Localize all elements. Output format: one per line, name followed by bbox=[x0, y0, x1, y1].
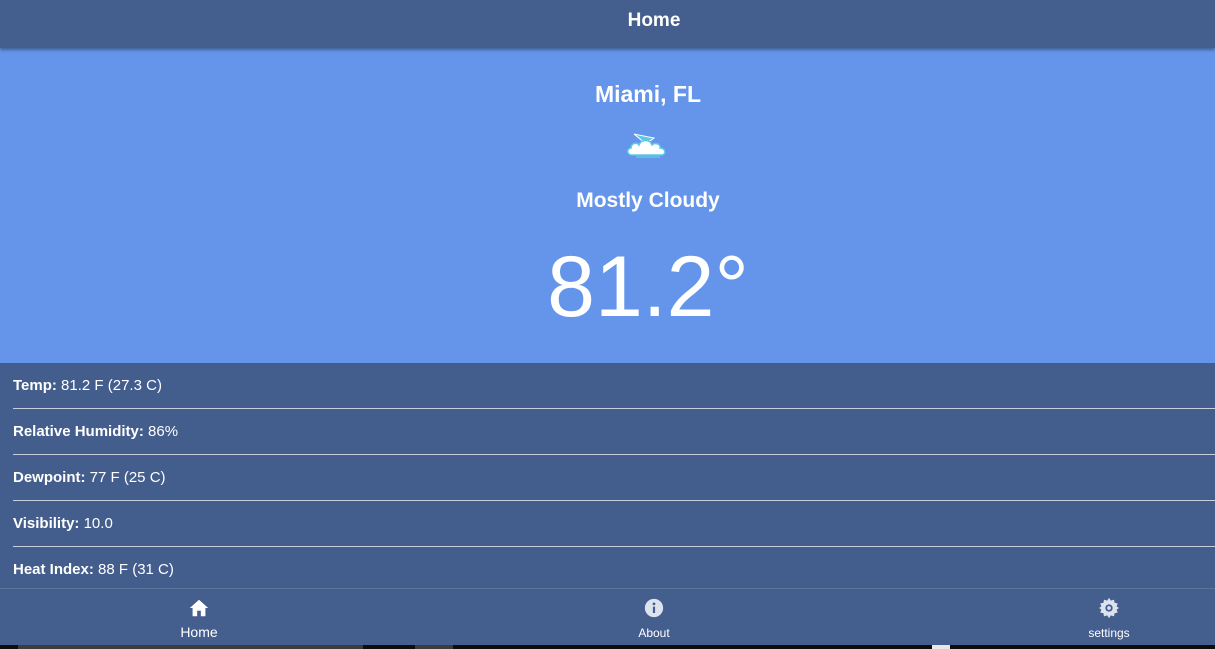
current-conditions-panel: Miami, FL Mostly Cloudy 81.2° bbox=[0, 48, 1215, 363]
detail-row-temp: Temp: 81.2 F (27.3 C) bbox=[13, 363, 1215, 409]
home-icon bbox=[189, 599, 209, 617]
detail-value: 88 F (31 C) bbox=[93, 561, 174, 578]
location-name: Miami, FL bbox=[594, 81, 702, 107]
tab-settings-label: settings bbox=[1088, 626, 1130, 640]
tab-about-label: About bbox=[638, 626, 670, 640]
detail-row-humidity: Relative Humidity: 86% bbox=[13, 409, 1215, 455]
detail-value: 86% bbox=[143, 423, 179, 440]
gear-icon bbox=[1098, 597, 1120, 619]
system-strip bbox=[0, 645, 1215, 649]
detail-row-visibility: Visibility: 10.0 bbox=[13, 501, 1215, 547]
tab-about[interactable]: About bbox=[604, 589, 704, 646]
bottom-tab-bar: Home About settings bbox=[0, 588, 1215, 646]
strip-segment bbox=[932, 645, 950, 649]
strip-segment bbox=[415, 645, 453, 649]
detail-value: 77 F (25 C) bbox=[85, 469, 166, 486]
info-icon bbox=[644, 598, 664, 618]
app-header: Home bbox=[0, 0, 1215, 48]
mostly-cloudy-icon bbox=[627, 133, 666, 158]
tab-settings[interactable]: settings bbox=[1059, 589, 1159, 646]
detail-label: Temp: bbox=[13, 377, 57, 394]
page-title: Home bbox=[627, 10, 681, 31]
detail-label: Heat Index: bbox=[13, 561, 94, 578]
tab-home[interactable]: Home bbox=[149, 589, 249, 646]
current-temperature: 81.2° bbox=[547, 239, 749, 335]
strip-segment bbox=[18, 645, 363, 649]
detail-label: Visibility: bbox=[13, 515, 80, 532]
condition-text: Mostly Cloudy bbox=[576, 189, 720, 212]
detail-label: Relative Humidity: bbox=[13, 423, 144, 440]
detail-value: 81.2 F (27.3 C) bbox=[56, 377, 162, 394]
detail-value: 10.0 bbox=[79, 515, 113, 532]
detail-row-heat-index: Heat Index: 88 F (31 C) bbox=[13, 547, 1215, 593]
detail-label: Dewpoint: bbox=[13, 469, 86, 486]
detail-row-dewpoint: Dewpoint: 77 F (25 C) bbox=[13, 455, 1215, 501]
tab-home-label: Home bbox=[180, 624, 218, 640]
